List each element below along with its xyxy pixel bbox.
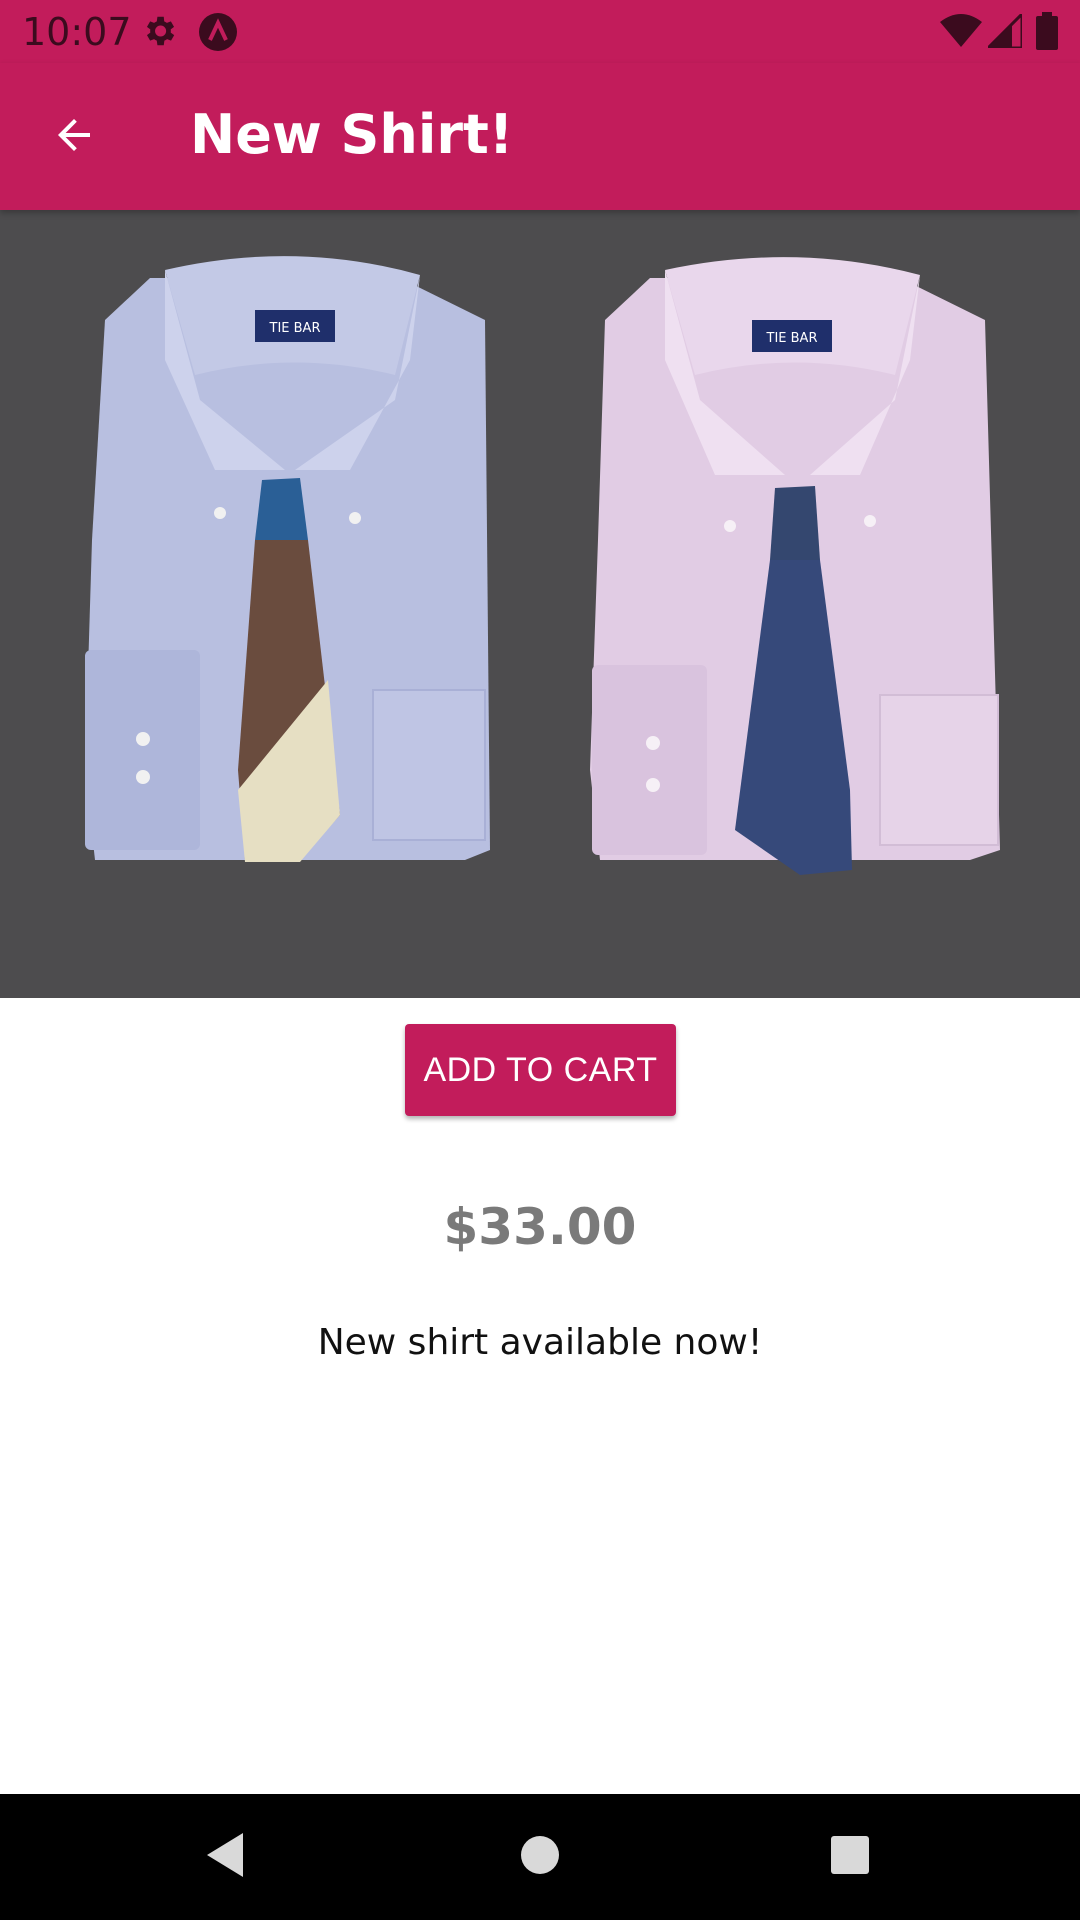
svg-text:TIE BAR: TIE BAR [766,331,818,346]
nav-home-button[interactable] [505,1822,575,1892]
product-description: New shirt available now! [317,1322,763,1363]
back-triangle-icon [203,1831,247,1884]
add-to-cart-button[interactable]: ADD TO CART [405,1024,676,1116]
nav-back-button[interactable] [190,1822,260,1892]
status-bar: 10:07 [0,0,1080,63]
back-button[interactable] [36,99,112,175]
wifi-icon [940,14,982,53]
page-title: New Shirt! [190,103,514,166]
status-time: 10:07 [22,10,132,54]
product-image: TIE BAR TIE BAR [0,210,1080,998]
home-circle-icon [520,1835,560,1880]
pink-shirt: TIE BAR [590,257,1000,875]
arrow-back-icon [50,111,98,164]
settings-icon [140,12,178,55]
product-price: $33.00 [443,1198,637,1256]
battery-icon [1036,12,1058,55]
svg-text:TIE BAR: TIE BAR [269,321,321,336]
recents-square-icon [830,1835,870,1880]
system-nav-bar [0,1794,1080,1920]
nav-recents-button[interactable] [815,1822,885,1892]
blue-shirt: TIE BAR [85,256,490,862]
app-notification-icon [198,12,238,57]
signal-icon [984,10,1024,53]
app-bar: New Shirt! [0,63,1080,210]
